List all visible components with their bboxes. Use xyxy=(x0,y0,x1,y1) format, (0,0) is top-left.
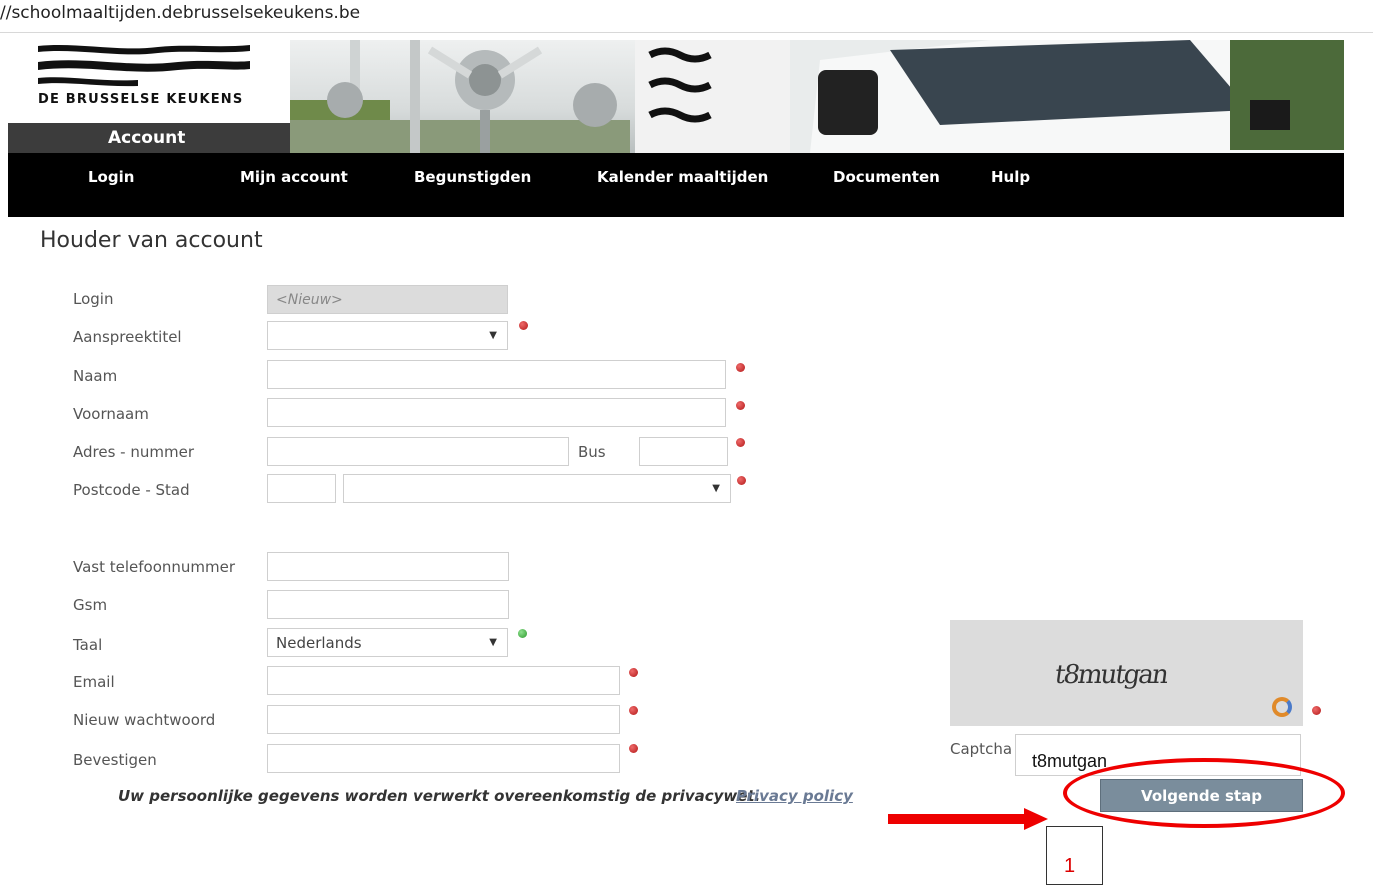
dropdown-arrow-icon: ▼ xyxy=(712,483,720,494)
required-indicator-icon xyxy=(736,363,745,372)
required-indicator-icon xyxy=(737,476,746,485)
step-number: 1 xyxy=(1064,855,1076,877)
dropdown-arrow-icon: ▼ xyxy=(489,330,497,341)
gsm-label: Gsm xyxy=(73,596,108,614)
aanspreektitel-label: Aanspreektitel xyxy=(73,328,182,346)
aanspreektitel-select[interactable]: ▼ xyxy=(267,321,508,350)
bus-input[interactable] xyxy=(639,437,728,466)
bevestigen-label: Bevestigen xyxy=(73,751,157,769)
taal-select[interactable]: Nederlands ▼ xyxy=(267,628,508,657)
required-indicator-icon xyxy=(736,438,745,447)
required-indicator-icon xyxy=(519,321,528,330)
browser-url: //schoolmaaltijden.debrusselsekeukens.be xyxy=(0,3,361,23)
nav-documenten[interactable]: Documenten xyxy=(833,168,940,186)
brand-logo[interactable]: DE BRUSSELSE KEUKENS xyxy=(8,40,290,123)
required-indicator-icon xyxy=(629,706,638,715)
adres-label: Adres - nummer xyxy=(73,443,194,461)
url-divider xyxy=(0,32,1373,33)
postcode-input[interactable] xyxy=(267,474,336,503)
nav-mijn-account[interactable]: Mijn account xyxy=(240,168,348,186)
postcode-label: Postcode - Stad xyxy=(73,481,190,499)
nav-login[interactable]: Login xyxy=(88,168,134,186)
taal-label: Taal xyxy=(73,636,103,654)
logo-waves-icon xyxy=(38,45,250,87)
main-nav: Login Mijn account Begunstigden Kalender… xyxy=(8,153,1344,217)
refresh-captcha-icon[interactable] xyxy=(1272,697,1292,717)
banner-photo-image xyxy=(290,40,1344,153)
privacy-notice: Uw persoonlijke gegevens worden verwerkt… xyxy=(118,787,761,805)
login-field: <Nieuw> xyxy=(267,285,508,314)
adres-input[interactable] xyxy=(267,437,569,466)
bus-label: Bus xyxy=(578,443,606,461)
red-arrow-icon xyxy=(888,808,1048,830)
captcha-label: Captcha xyxy=(950,740,1013,758)
page-title: Houder van account xyxy=(40,228,263,253)
nav-begunstigden[interactable]: Begunstigden xyxy=(414,168,531,186)
required-indicator-icon xyxy=(1312,706,1321,715)
gsm-input[interactable] xyxy=(267,590,509,619)
taal-value: Nederlands xyxy=(276,634,362,652)
section-title: Account xyxy=(108,128,186,148)
wachtwoord-input[interactable] xyxy=(267,705,620,734)
voornaam-label: Voornaam xyxy=(73,405,149,423)
captcha-image-text: t8mutgan xyxy=(1052,660,1169,690)
nav-hulp[interactable]: Hulp xyxy=(991,168,1030,186)
login-label: Login xyxy=(73,290,114,308)
naam-label: Naam xyxy=(73,367,118,385)
bevestigen-input[interactable] xyxy=(267,744,620,773)
section-band: Account xyxy=(8,123,290,153)
required-indicator-icon xyxy=(736,401,745,410)
captcha-image: t8mutgan xyxy=(950,620,1303,726)
wachtwoord-label: Nieuw wachtwoord xyxy=(73,711,216,729)
email-label: Email xyxy=(73,673,115,691)
highlight-oval xyxy=(1063,758,1345,828)
voornaam-input[interactable] xyxy=(267,398,726,427)
valid-indicator-icon xyxy=(518,629,527,638)
email-input[interactable] xyxy=(267,666,620,695)
nav-kalender-maaltijden[interactable]: Kalender maaltijden xyxy=(597,168,768,186)
required-indicator-icon xyxy=(629,668,638,677)
header-banner xyxy=(290,40,1344,153)
required-indicator-icon xyxy=(629,744,638,753)
privacy-policy-link[interactable]: Privacy policy xyxy=(736,787,853,805)
telefoon-input[interactable] xyxy=(267,552,509,581)
step-number-box: 1 xyxy=(1046,826,1103,885)
dropdown-arrow-icon: ▼ xyxy=(489,637,497,648)
brand-name: DE BRUSSELSE KEUKENS xyxy=(38,92,244,107)
stad-select[interactable]: ▼ xyxy=(343,474,731,503)
naam-input[interactable] xyxy=(267,360,726,389)
telefoon-label: Vast telefoonnummer xyxy=(73,558,236,576)
